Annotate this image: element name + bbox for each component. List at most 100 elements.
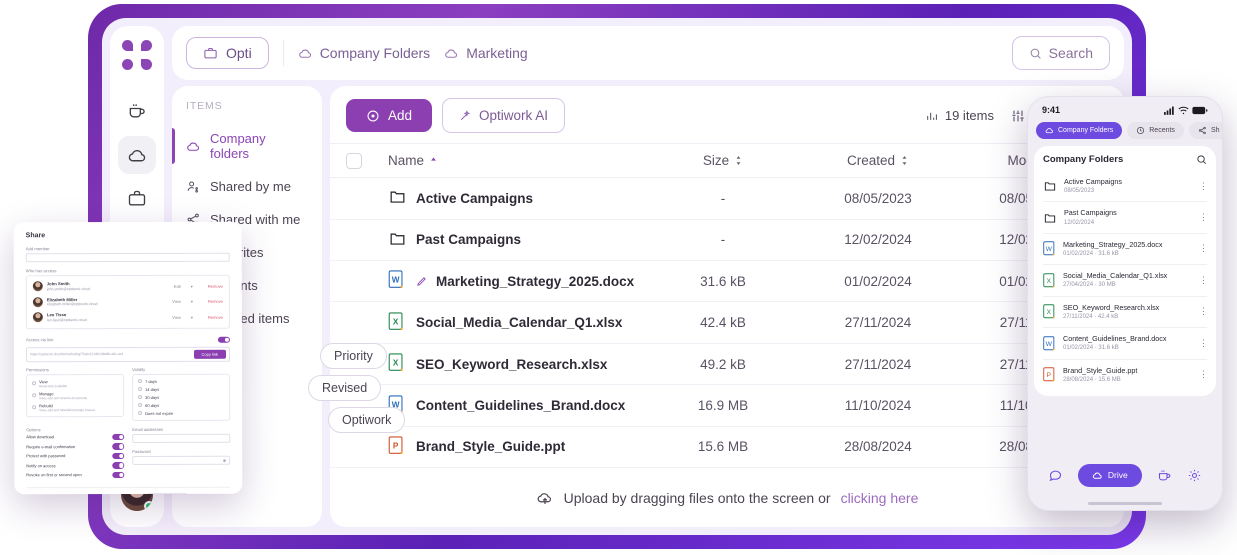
cloud-icon — [127, 145, 148, 166]
list-item[interactable]: Elizabeth Miller elizabeth.miller@optiwo… — [32, 296, 223, 308]
validity-option[interactable]: Does not expire — [138, 410, 224, 416]
list-item[interactable]: Active Campaigns 08/05/2023 ⋮ — [1043, 171, 1208, 203]
more-options-icon[interactable]: ⋮ — [1199, 338, 1208, 348]
more-options-icon[interactable]: ⋮ — [1199, 369, 1208, 379]
powerpoint-icon: P — [388, 436, 407, 458]
breadcrumb-company-folders[interactable]: Company Folders — [298, 45, 431, 61]
more-options-icon[interactable]: ⋮ — [1199, 212, 1208, 222]
list-item[interactable]: X Social_Media_Calendar_Q1.xlsx 27/04/202… — [1043, 265, 1208, 297]
row-created: 01/02/2024 — [844, 273, 912, 289]
sidebar-item-shared-by-me[interactable]: Shared by me — [172, 170, 322, 203]
validity-option[interactable]: 7 days — [138, 378, 224, 384]
remove-button[interactable]: Remove — [197, 299, 223, 304]
link-value[interactable]: https://optiwork.cloud/s/marketing/7fa9c… — [30, 352, 124, 356]
breadcrumb-marketing[interactable]: Marketing — [444, 45, 528, 61]
validity-option[interactable]: 60 days — [138, 402, 224, 408]
validity-option[interactable]: 30 days — [138, 394, 224, 400]
option-row[interactable]: Allow download — [26, 433, 125, 441]
select-all-checkbox[interactable] — [346, 152, 362, 169]
optiwork-ai-button[interactable]: Optiwork AI — [442, 98, 566, 133]
radio-icon — [32, 393, 37, 398]
tag-chip[interactable]: Revised — [308, 375, 382, 401]
option-row[interactable]: Protect with password — [26, 452, 125, 460]
eye-icon[interactable]: ◉ — [223, 458, 227, 463]
permission-option[interactable]: Rebuild View, edit and rebuild/rearrange … — [32, 403, 118, 412]
permission-option[interactable]: View Read-only available — [32, 379, 118, 388]
access-link-toggle[interactable] — [217, 336, 230, 344]
list-item[interactable]: W Marketing_Strategy_2025.docx 01/02/2024… — [1043, 234, 1208, 266]
option-toggle[interactable] — [112, 452, 125, 460]
phone-tab-shared[interactable]: Sh — [1188, 122, 1222, 139]
rail-item-briefcase[interactable] — [118, 180, 156, 218]
option-row[interactable]: Revoke on first or second open — [26, 471, 125, 479]
list-item[interactable]: P Brand_Style_Guide.ppt 28/08/2024 · 15.6… — [1043, 360, 1208, 390]
search-icon[interactable] — [1196, 154, 1207, 165]
table-row[interactable]: X SEO_Keyword_Research.xlsx 49.2 kB 27/1… — [330, 344, 1124, 386]
item-meta: 28/08/2024 · 15.6 MB — [1063, 376, 1121, 383]
rail-item-coffee[interactable] — [118, 92, 156, 130]
folder-icon — [1043, 211, 1057, 225]
copy-link-button[interactable]: Copy link — [193, 349, 227, 359]
option-toggle[interactable] — [112, 443, 125, 450]
option-row[interactable]: Notify on access — [26, 462, 125, 469]
table-row[interactable]: W Content_Guidelines_Brand.docx 16.9 MB … — [330, 385, 1124, 427]
permission-option[interactable]: Manage View, edit and rename documents — [32, 391, 118, 400]
table-row[interactable]: Active Campaigns - 08/05/2023 08/05/2023 — [330, 178, 1124, 220]
item-meta: 27/11/2024 · 42.4 kB — [1063, 313, 1119, 320]
sort-icon — [734, 155, 743, 166]
role-select[interactable]: View ▾ — [172, 315, 193, 320]
gear-icon[interactable] — [1187, 468, 1202, 483]
table-row[interactable]: P Brand_Style_Guide.ppt 15.6 MB 28/08/20… — [330, 427, 1124, 469]
item-meta: 27/04/2024 · 30 MB — [1063, 282, 1116, 289]
password-input[interactable]: ◉ — [132, 455, 231, 465]
status-time: 9:41 — [1042, 105, 1061, 115]
role-select[interactable]: Edit ▾ — [174, 284, 193, 289]
phone-nav-drive[interactable]: Drive — [1077, 463, 1142, 487]
list-item[interactable]: Past Campaigns 12/02/2024 ⋮ — [1043, 202, 1208, 234]
more-options-icon[interactable]: ⋮ — [1199, 181, 1208, 191]
chat-icon[interactable] — [1048, 468, 1063, 483]
rail-item-cloud[interactable] — [118, 136, 156, 174]
phone-tab-company-folders[interactable]: Company Folders — [1036, 122, 1123, 139]
tag-chip[interactable]: Optiwork — [328, 407, 406, 433]
validity-option[interactable]: 14 days — [138, 386, 224, 392]
upload-link[interactable]: clicking here — [841, 490, 919, 506]
more-options-icon[interactable]: ⋮ — [1199, 275, 1208, 285]
sidebar-item-company-folders[interactable]: Company folders — [172, 122, 322, 170]
sliders-icon[interactable] — [1010, 108, 1026, 124]
add-button[interactable]: Add — [346, 99, 433, 132]
table-row[interactable]: Past Campaigns - 12/02/2024 12/02/2024 — [330, 220, 1124, 261]
option-row[interactable]: Require e-mail confirmation — [26, 443, 125, 450]
coffee-icon[interactable] — [1157, 468, 1172, 483]
tag-chip[interactable]: Priority — [320, 343, 387, 369]
table-row[interactable]: W Marketing_Strategy_2025.docx 31.6 kB 0… — [330, 261, 1124, 303]
upload-dropzone[interactable]: Upload by dragging files onto the screen… — [330, 468, 1124, 527]
validity-title: Does not expire — [145, 410, 174, 416]
role-select[interactable]: View ▾ — [172, 299, 193, 304]
item-name: Past Campaigns — [1064, 208, 1117, 218]
list-item[interactable]: X SEO_Keyword_Research.xlsx 27/11/2024 · … — [1043, 297, 1208, 329]
list-item[interactable]: John Smith john.smith@optiwork.cloud Edi… — [32, 281, 223, 292]
column-label: Created — [846, 153, 896, 169]
excel-icon: X — [1043, 304, 1056, 320]
add-member-input[interactable] — [25, 252, 230, 263]
chevron-down-icon: ▾ — [190, 283, 193, 289]
list-item[interactable]: Leo Tisso leo.tisso@optiwork.cloud View ▾… — [32, 312, 223, 323]
table-row[interactable]: X Social_Media_Calendar_Q1.xlsx 42.4 kB … — [330, 302, 1124, 344]
column-header-name[interactable]: Name — [388, 153, 648, 168]
email-addresses-input[interactable] — [132, 433, 231, 443]
option-toggle[interactable] — [112, 471, 125, 479]
option-toggle[interactable] — [112, 462, 125, 469]
option-toggle[interactable] — [112, 433, 125, 441]
more-options-icon[interactable]: ⋮ — [1199, 244, 1208, 254]
opti-workspace-button[interactable]: Opti — [186, 37, 269, 69]
column-header-created[interactable]: Created — [798, 153, 958, 168]
breadcrumb-label: Company Folders — [319, 45, 431, 61]
phone-tab-recents[interactable]: Recents — [1127, 122, 1184, 139]
remove-button[interactable]: Remove — [197, 315, 223, 320]
remove-button[interactable]: Remove — [197, 284, 223, 289]
list-item[interactable]: W Content_Guidelines_Brand.docx 01/02/202… — [1043, 328, 1208, 360]
search-button[interactable]: Search — [1011, 36, 1110, 70]
column-header-size[interactable]: Size — [648, 153, 798, 168]
more-options-icon[interactable]: ⋮ — [1199, 307, 1208, 317]
